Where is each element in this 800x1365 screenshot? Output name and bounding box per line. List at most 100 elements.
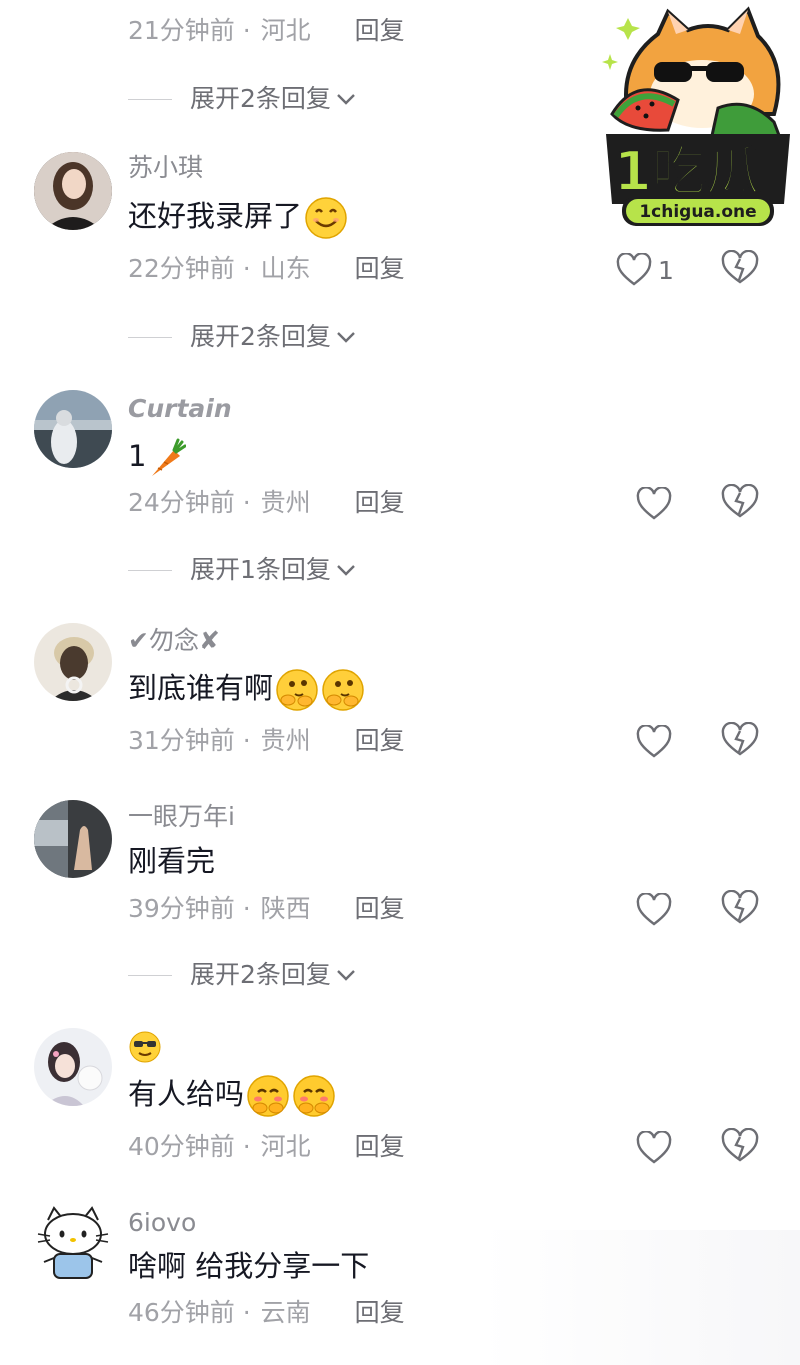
heart-icon xyxy=(636,1131,672,1164)
broken-heart-icon xyxy=(721,483,759,518)
comment-text: 有人给吗 xyxy=(128,1074,336,1118)
chevron-down-icon xyxy=(337,970,355,981)
username[interactable]: 苏小琪 xyxy=(128,153,203,183)
avatar[interactable] xyxy=(34,1204,112,1284)
divider-line xyxy=(128,336,172,338)
like-button[interactable] xyxy=(636,1128,676,1168)
meta-separator: · xyxy=(242,16,251,45)
comment-location: 河北 xyxy=(260,1132,311,1161)
comment-time: 22分钟前 xyxy=(128,254,235,283)
comment-text: 啥啊 给我分享一下 xyxy=(128,1246,369,1286)
reply-button[interactable]: 回复 xyxy=(355,16,405,45)
reply-button[interactable]: 回复 xyxy=(355,894,405,923)
comment-location: 山东 xyxy=(260,254,311,283)
heart-icon xyxy=(616,253,652,286)
comment-time: 40分钟前 xyxy=(128,1132,235,1161)
comment-text: 还好我录屏了 xyxy=(128,196,348,240)
comment-list: 21分钟前 · 河北 回复 展开2条回复 苏小琪 还好我录屏了 22分钟前 · … xyxy=(0,0,800,1365)
avatar[interactable] xyxy=(34,800,112,878)
avatar-photo-icon xyxy=(34,390,112,468)
username[interactable]: ✔勿念✘ xyxy=(128,626,220,656)
comment-location: 云南 xyxy=(260,1298,311,1327)
reply-button[interactable]: 回复 xyxy=(355,1132,405,1161)
heart-icon xyxy=(636,487,672,520)
dislike-button[interactable] xyxy=(720,483,760,524)
comment-location: 河北 xyxy=(260,16,311,45)
comment-body: 1 xyxy=(128,439,147,473)
expand-replies-label: 展开2条回复 xyxy=(190,84,331,113)
broken-heart-icon xyxy=(721,889,759,924)
hello-kitty-avatar-icon xyxy=(34,1204,112,1284)
chevron-down-icon xyxy=(337,565,355,576)
dislike-button[interactable] xyxy=(720,249,760,290)
carrot-emoji-icon xyxy=(148,436,187,480)
expand-replies-label: 展开2条回复 xyxy=(190,322,331,351)
username[interactable]: 6iovo xyxy=(128,1208,196,1238)
dislike-button[interactable] xyxy=(720,721,760,762)
expand-replies-button[interactable]: 展开2条回复 xyxy=(128,84,357,114)
comment-meta: 31分钟前 · 贵州 回复 xyxy=(128,726,405,756)
dislike-button[interactable] xyxy=(720,1127,760,1168)
shy-emoji-icon xyxy=(275,668,319,712)
reply-button[interactable]: 回复 xyxy=(355,488,405,517)
avatar[interactable] xyxy=(34,152,112,230)
comment-body: 还好我录屏了 xyxy=(128,199,303,233)
reply-button[interactable]: 回复 xyxy=(355,1298,405,1327)
meta-separator: · xyxy=(242,1298,251,1327)
like-button[interactable] xyxy=(636,722,676,762)
like-button[interactable] xyxy=(636,484,676,524)
avatar-photo-icon xyxy=(34,800,112,878)
meta-separator: · xyxy=(242,1132,251,1161)
comment-location: 陕西 xyxy=(260,894,311,923)
like-button[interactable] xyxy=(636,890,676,930)
svg-text:1吃瓜: 1吃瓜 xyxy=(614,140,760,203)
divider-line xyxy=(128,974,172,976)
avatar[interactable] xyxy=(34,623,112,701)
comment-time: 46分钟前 xyxy=(128,1298,235,1327)
dislike-button[interactable] xyxy=(720,889,760,930)
meta-separator: · xyxy=(242,894,251,923)
comment-meta: 40分钟前 · 河北 回复 xyxy=(128,1132,405,1162)
comment-body: 刚看完 xyxy=(128,844,216,878)
comment-time: 39分钟前 xyxy=(128,894,235,923)
avatar[interactable] xyxy=(34,1028,112,1106)
comment-text: 1 xyxy=(128,436,187,480)
comment-text: 到底谁有啊 xyxy=(128,668,365,712)
svg-text:1chigua.one: 1chigua.one xyxy=(639,202,756,222)
expand-replies-button[interactable]: 展开1条回复 xyxy=(128,555,357,585)
username[interactable]: 一眼万年i xyxy=(128,802,235,832)
chevron-down-icon xyxy=(337,332,355,343)
pleading-emoji-icon xyxy=(292,1074,336,1118)
broken-heart-icon xyxy=(721,721,759,756)
meta-separator: · xyxy=(242,488,251,517)
heart-icon xyxy=(636,725,672,758)
username[interactable] xyxy=(128,1030,162,1071)
reply-button[interactable]: 回复 xyxy=(355,254,405,283)
chevron-down-icon xyxy=(337,94,355,105)
avatar-photo-icon xyxy=(34,1028,112,1106)
reply-button[interactable]: 回复 xyxy=(355,726,405,755)
meta-separator: · xyxy=(242,254,251,283)
bottom-fade-overlay xyxy=(480,1230,800,1365)
avatar-photo-icon xyxy=(34,152,112,230)
comment-meta: 22分钟前 · 山东 回复 xyxy=(128,254,405,284)
like-count: 1 xyxy=(658,255,674,285)
sunglasses-emoji-icon xyxy=(129,1031,161,1063)
like-button[interactable]: 1 xyxy=(616,250,686,290)
expand-replies-label: 展开1条回复 xyxy=(190,555,331,584)
comment-body: 啥啊 给我分享一下 xyxy=(128,1249,370,1283)
comment-location: 贵州 xyxy=(260,726,311,755)
broken-heart-icon xyxy=(721,1127,759,1162)
expand-replies-button[interactable]: 展开2条回复 xyxy=(128,322,357,352)
heart-icon xyxy=(636,893,672,926)
watermark-logo: 1吃瓜 1chigua.one xyxy=(598,4,796,236)
comment-time: 21分钟前 xyxy=(128,16,235,45)
shy-emoji-icon xyxy=(321,668,365,712)
smile-emoji-icon xyxy=(304,196,348,240)
comment-location: 贵州 xyxy=(260,488,311,517)
avatar[interactable] xyxy=(34,390,112,468)
expand-replies-button[interactable]: 展开2条回复 xyxy=(128,960,357,990)
divider-line xyxy=(128,569,172,571)
username[interactable]: Curtain xyxy=(128,394,232,424)
comment-meta: 46分钟前 · 云南 回复 xyxy=(128,1298,405,1328)
